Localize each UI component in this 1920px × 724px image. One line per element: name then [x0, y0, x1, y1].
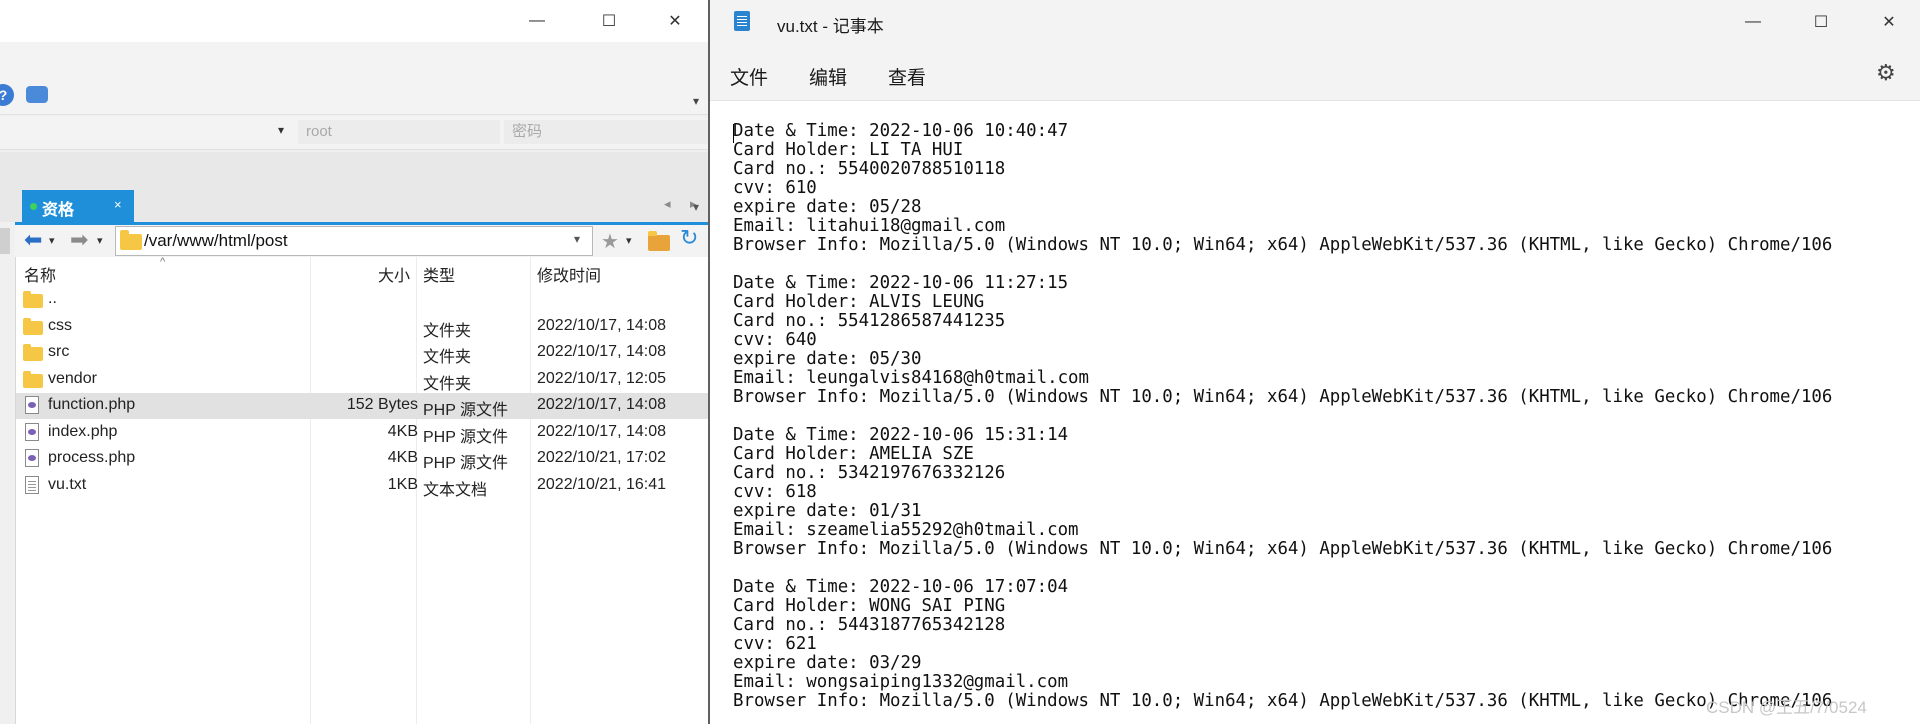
- tab-prev-icon[interactable]: ◂: [664, 196, 671, 212]
- file-row[interactable]: vu.txt 1KB 文本文档 2022/10/21, 16:41: [16, 473, 708, 499]
- sort-ascending-icon: ^: [160, 256, 166, 268]
- file-row-selected[interactable]: function.php 152 Bytes PHP 源文件 2022/10/1…: [16, 393, 708, 419]
- sftp-titlebar: — ☐ ✕: [0, 0, 708, 42]
- text-file-icon: [25, 476, 39, 494]
- session-tab-label: 资格: [42, 202, 75, 219]
- connection-bar: ▾ root 密码: [0, 117, 708, 150]
- file-type: PHP 源文件: [423, 429, 509, 446]
- file-type: 文件夹: [423, 349, 472, 366]
- notepad-minimize-button[interactable]: —: [1724, 0, 1782, 44]
- notepad-app-icon: [734, 11, 750, 31]
- notepad-close-button[interactable]: ✕: [1860, 0, 1918, 44]
- file-modified: 2022/10/17, 14:08: [537, 343, 667, 360]
- file-type: PHP 源文件: [423, 455, 509, 472]
- menu-file[interactable]: 文件: [730, 63, 768, 90]
- file-type: 文本文档: [423, 482, 488, 499]
- refresh-icon[interactable]: ↻: [680, 225, 698, 251]
- text-caret: [733, 124, 734, 143]
- folder-icon: [120, 230, 142, 250]
- sftp-menubar: ? ▾: [0, 42, 708, 115]
- file-type: 文件夹: [423, 323, 472, 340]
- chat-icon[interactable]: [26, 86, 48, 103]
- notepad-titlebar: — ☐ ✕: [710, 0, 1920, 44]
- folder-icon: [23, 371, 43, 388]
- php-file-icon: [25, 423, 39, 441]
- column-header-modified[interactable]: 修改时间: [537, 262, 601, 286]
- column-header-size[interactable]: 大小: [378, 262, 410, 286]
- session-tab[interactable]: 资格 ×: [22, 190, 134, 222]
- username-field[interactable]: root: [298, 120, 500, 144]
- file-size: 1KB: [387, 476, 418, 493]
- settings-gear-icon[interactable]: ⚙: [1876, 60, 1896, 86]
- file-name: function.php: [48, 396, 136, 413]
- file-name: src: [48, 343, 70, 360]
- left-close-button[interactable]: ✕: [646, 0, 704, 42]
- file-row-parent[interactable]: ..: [16, 287, 708, 313]
- column-header-name[interactable]: 名称: [24, 262, 56, 286]
- parent-folder-icon[interactable]: [648, 231, 670, 251]
- forward-history-icon[interactable]: ▾: [97, 234, 103, 247]
- back-history-icon[interactable]: ▾: [49, 234, 55, 247]
- host-dropdown-icon[interactable]: ▾: [278, 123, 284, 137]
- back-arrow-icon[interactable]: ⬅: [24, 227, 42, 253]
- password-field[interactable]: 密码: [504, 120, 708, 144]
- file-modified: 2022/10/17, 14:08: [537, 317, 667, 334]
- file-name: css: [48, 317, 72, 334]
- file-modified: 2022/10/21, 16:41: [537, 476, 667, 493]
- left-maximize-button[interactable]: ☐: [580, 0, 638, 42]
- menu-edit[interactable]: 编辑: [809, 63, 847, 90]
- file-name: process.php: [48, 449, 136, 466]
- path-input[interactable]: /var/www/html/post ▾: [115, 226, 593, 256]
- folder-icon: [23, 344, 43, 361]
- file-name: vu.txt: [48, 476, 87, 493]
- file-type: PHP 源文件: [423, 402, 509, 419]
- notepad-text-area[interactable]: Date & Time: 2022-10-06 10:40:47 Card Ho…: [733, 122, 1920, 722]
- bookmark-icon[interactable]: ★: [601, 229, 619, 254]
- notepad-maximize-button[interactable]: ☐: [1792, 0, 1850, 44]
- file-modified: 2022/10/17, 14:08: [537, 396, 667, 413]
- file-size: 4KB: [387, 423, 418, 440]
- path-text: /var/www/html/post: [144, 231, 288, 250]
- file-row[interactable]: src 文件夹 2022/10/17, 14:08: [16, 340, 708, 366]
- file-name: ..: [48, 290, 57, 307]
- file-modified: 2022/10/17, 14:08: [537, 423, 667, 440]
- menubar-more-icon[interactable]: ▾: [693, 94, 699, 108]
- tab-close-icon[interactable]: ×: [114, 197, 122, 212]
- menu-view[interactable]: 查看: [888, 63, 926, 90]
- folder-icon: [23, 291, 43, 308]
- path-dropdown-icon[interactable]: ▾: [574, 232, 580, 246]
- file-row[interactable]: css 文件夹 2022/10/17, 14:08: [16, 314, 708, 340]
- pane-splitter[interactable]: [0, 228, 10, 254]
- file-type: 文件夹: [423, 376, 472, 393]
- file-size: 152 Bytes: [346, 396, 418, 413]
- file-name: vendor: [48, 370, 97, 387]
- tab-menu-icon[interactable]: ▾: [693, 200, 699, 214]
- bookmark-menu-icon[interactable]: ▾: [626, 234, 632, 247]
- forward-arrow-icon[interactable]: ➡: [70, 227, 88, 253]
- column-header-type[interactable]: 类型: [423, 262, 455, 286]
- file-modified: 2022/10/17, 12:05: [537, 370, 667, 387]
- file-row[interactable]: vendor 文件夹 2022/10/17, 12:05: [16, 367, 708, 393]
- connected-status-icon: [30, 203, 37, 210]
- file-name: index.php: [48, 423, 118, 440]
- notepad-window-title: vu.txt - 记事本: [777, 17, 884, 36]
- file-row[interactable]: process.php 4KB PHP 源文件 2022/10/21, 17:0…: [16, 446, 708, 472]
- file-row[interactable]: index.php 4KB PHP 源文件 2022/10/17, 14:08: [16, 420, 708, 446]
- file-modified: 2022/10/21, 17:02: [537, 449, 667, 466]
- left-minimize-button[interactable]: —: [508, 0, 566, 42]
- file-size: 4KB: [387, 449, 418, 466]
- help-icon[interactable]: ?: [0, 84, 14, 106]
- php-file-icon: [25, 449, 39, 467]
- php-file-icon: [25, 396, 39, 414]
- watermark-text: CSDN @王五/7/0524: [1706, 698, 1867, 717]
- folder-icon: [23, 318, 43, 335]
